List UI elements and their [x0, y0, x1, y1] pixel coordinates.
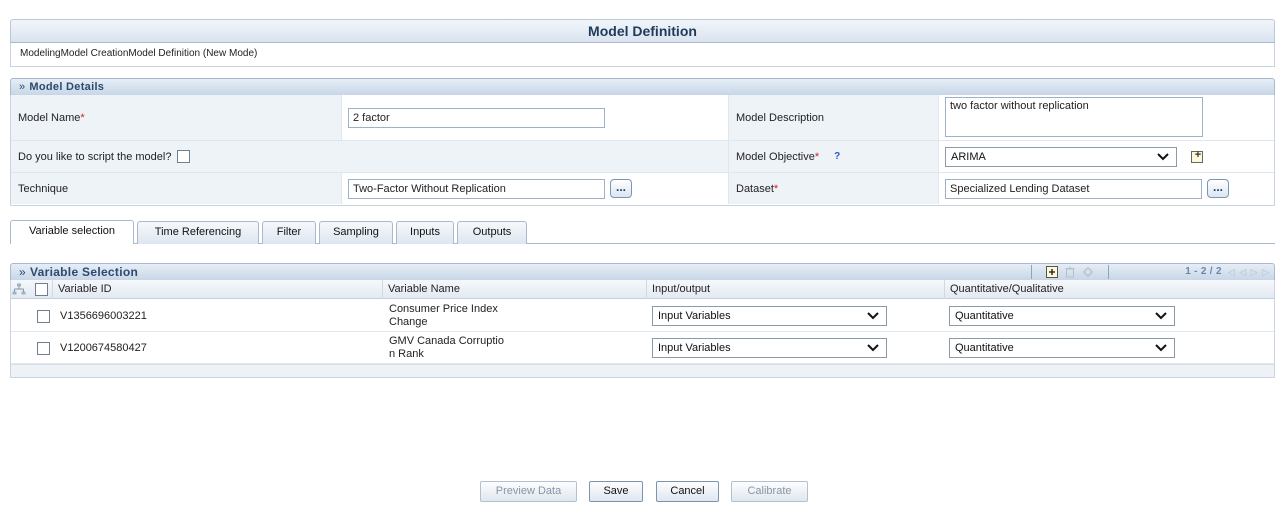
technique-browse-button[interactable]: ...	[610, 179, 632, 198]
model-objective-select[interactable]: ARIMA	[945, 146, 1177, 167]
col-input-output[interactable]: Input/output	[646, 280, 944, 299]
toolbar-divider	[1108, 265, 1110, 279]
col-quant-qual[interactable]: Quantitative/Qualitative	[944, 280, 1274, 299]
variable-selection-header[interactable]: » Variable Selection 1 - 2 / 2 ◁ ◁ ▷ ▷	[10, 263, 1275, 281]
pagination-arrows-icon[interactable]: ◁ ◁ ▷ ▷	[1228, 264, 1270, 280]
toolbar-divider	[1031, 265, 1033, 279]
chevron-down-icon	[867, 312, 879, 320]
technique-label: Technique	[11, 173, 341, 204]
collapse-chevron-icon[interactable]: »	[19, 265, 26, 279]
row-checkbox[interactable]	[37, 341, 50, 355]
grid-footer	[11, 364, 1274, 377]
chevron-down-icon	[1155, 312, 1167, 320]
dataset-cell: ...	[938, 173, 1274, 204]
pagination-count: 1 - 2 / 2	[1185, 266, 1222, 277]
chevron-down-icon	[1157, 152, 1169, 160]
tab-inputs[interactable]: Inputs	[396, 221, 454, 244]
dataset-label: Dataset *	[728, 173, 938, 204]
grid-header: Variable ID Variable Name Input/output Q…	[11, 280, 1274, 299]
col-variable-name[interactable]: Variable Name	[382, 280, 646, 299]
table-row[interactable]: V1200674580427 GMV Canada Corruptio n Ran…	[11, 332, 1274, 364]
chevron-down-icon	[1155, 344, 1167, 352]
model-description-label: Model Description	[728, 95, 938, 140]
model-name-row: Model Name* Model Description two factor…	[11, 95, 1274, 141]
add-icon[interactable]	[1191, 149, 1204, 163]
input-output-select[interactable]: Input Variables	[652, 306, 887, 326]
cancel-button[interactable]: Cancel	[656, 481, 719, 502]
calibrate-button[interactable]: Calibrate	[731, 481, 808, 502]
breadcrumb: ModelingModel CreationModel Definition (…	[10, 43, 1275, 67]
model-details-panel: Model Name* Model Description two factor…	[10, 95, 1275, 206]
technique-input[interactable]	[348, 178, 605, 199]
variable-selection-title: Variable Selection	[29, 265, 139, 279]
dataset-browse-button[interactable]: ...	[1207, 179, 1229, 198]
add-icon[interactable]	[1046, 266, 1059, 278]
script-label: Do you like to script the model?	[11, 141, 728, 172]
technique-cell: ...	[341, 173, 728, 204]
grid-toolbar: 1 - 2 / 2 ◁ ◁ ▷ ▷	[1031, 264, 1270, 280]
script-row: Do you like to script the model? Model O…	[11, 141, 1274, 173]
chevron-down-icon	[867, 344, 879, 352]
dataset-input[interactable]	[945, 178, 1202, 199]
row-checkbox[interactable]	[37, 309, 50, 323]
variable-name-cell: GMV Canada Corruptio n Rank	[389, 335, 504, 360]
col-variable-id[interactable]: Variable ID	[52, 280, 382, 299]
variable-id-cell: V1200674580427	[60, 342, 147, 354]
model-name-input[interactable]	[348, 107, 605, 128]
page-title: Model Definition	[10, 19, 1275, 43]
delete-icon[interactable]	[1064, 266, 1076, 278]
model-description-cell: two factor without replication	[938, 95, 1274, 140]
select-all-checkbox[interactable]	[35, 283, 48, 296]
quant-qual-select[interactable]: Quantitative	[949, 338, 1175, 358]
tab-filter[interactable]: Filter	[262, 221, 316, 244]
tab-outputs[interactable]: Outputs	[457, 221, 527, 244]
quant-qual-select[interactable]: Quantitative	[949, 306, 1175, 326]
tab-variable-selection[interactable]: Variable selection	[10, 220, 134, 244]
variable-name-cell: Consumer Price Index Change	[389, 303, 498, 328]
script-checkbox[interactable]	[177, 150, 191, 163]
tab-strip: Variable selection Time Referencing Filt…	[10, 219, 1275, 244]
table-row[interactable]: V1356696003221 Consumer Price Index Chang…	[11, 300, 1274, 332]
variable-id-cell: V1356696003221	[60, 310, 147, 322]
settings-gear-icon[interactable]	[1082, 266, 1094, 278]
model-description-input[interactable]: two factor without replication	[945, 97, 1203, 137]
save-button[interactable]: Save	[589, 481, 643, 502]
input-output-select[interactable]: Input Variables	[652, 338, 887, 358]
collapse-chevron-icon[interactable]: »	[19, 81, 25, 93]
model-name-label: Model Name *	[11, 95, 341, 140]
model-objective-cell: ARIMA	[938, 141, 1274, 172]
model-details-title: Model Details	[29, 81, 105, 93]
tab-time-referencing[interactable]: Time Referencing	[137, 221, 259, 244]
model-objective-label: Model Objective * ?	[728, 141, 938, 172]
tab-sampling[interactable]: Sampling	[319, 221, 393, 244]
hierarchy-icon[interactable]	[12, 283, 26, 296]
help-icon[interactable]: ?	[831, 151, 843, 163]
model-details-header[interactable]: » Model Details	[10, 78, 1275, 96]
variable-grid: Variable ID Variable Name Input/output Q…	[10, 280, 1275, 378]
technique-row: Technique ... Dataset* ...	[11, 173, 1274, 204]
preview-data-button[interactable]: Preview Data	[480, 481, 577, 502]
model-name-cell	[341, 95, 728, 140]
